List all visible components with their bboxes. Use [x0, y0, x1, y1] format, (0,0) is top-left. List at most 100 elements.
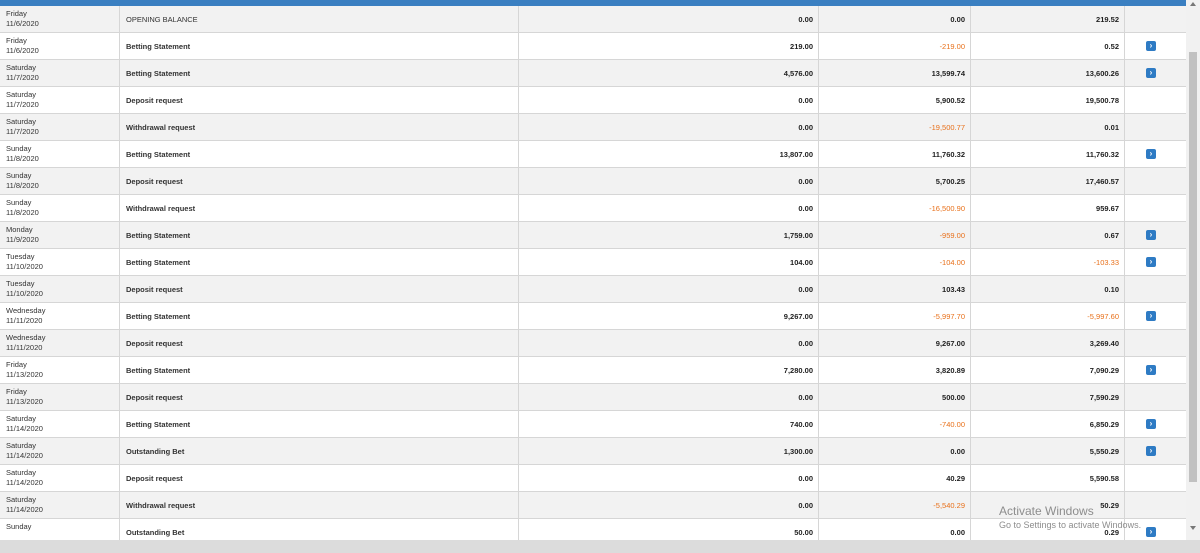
weekday-label: Tuesday [6, 279, 35, 288]
chevron-right-icon: › [1149, 257, 1153, 266]
date-cell: Friday 11/13/2020 [0, 357, 120, 383]
balance-cell: 7,090.29 [971, 357, 1125, 383]
amount-cell: 13,807.00 [519, 141, 819, 167]
chevron-right-icon: › [1149, 41, 1153, 50]
date-label: 11/8/2020 [6, 181, 39, 190]
amount-cell: 0.00 [519, 384, 819, 410]
scroll-up-arrow-icon[interactable] [1190, 2, 1196, 6]
action-cell: › [1125, 141, 1186, 167]
date-label: 11/7/2020 [6, 127, 39, 136]
weekday-label: Friday [6, 360, 27, 369]
details-button[interactable]: › [1146, 149, 1156, 159]
date-cell: Wednesday 11/11/2020 [0, 303, 120, 329]
date-cell: Wednesday 11/11/2020 [0, 330, 120, 356]
table-row: Friday 11/13/2020 Betting Statement 7,280.0… [0, 357, 1186, 384]
change-cell: -5,540.29 [819, 492, 971, 518]
action-cell [1125, 195, 1186, 221]
weekday-label: Sunday [6, 144, 32, 153]
amount-cell: 0.00 [519, 6, 819, 32]
date-cell: Saturday 11/14/2020 [0, 438, 120, 464]
date-cell: Sunday 11/8/2020 [0, 168, 120, 194]
amount-cell: 740.00 [519, 411, 819, 437]
action-cell [1125, 276, 1186, 302]
change-cell: 11,760.32 [819, 141, 971, 167]
action-cell [1125, 87, 1186, 113]
vertical-scrollbar[interactable] [1186, 0, 1200, 540]
amount-cell: 4,576.00 [519, 60, 819, 86]
details-button[interactable]: › [1146, 419, 1156, 429]
action-cell [1125, 114, 1186, 140]
date-cell: Tuesday 11/10/2020 [0, 249, 120, 275]
weekday-label: Saturday [6, 468, 37, 477]
transaction-type: Deposit request [120, 465, 519, 491]
date-label: 11/8/2020 [6, 154, 39, 163]
action-cell: › [1125, 33, 1186, 59]
action-cell: › [1125, 303, 1186, 329]
horizontal-scrollbar[interactable] [0, 540, 1200, 553]
transaction-type: Deposit request [120, 330, 519, 356]
change-cell: -104.00 [819, 249, 971, 275]
date-cell: Friday 11/6/2020 [0, 33, 120, 59]
transaction-type: Betting Statement [120, 60, 519, 86]
date-label: 11/10/2020 [6, 262, 43, 271]
weekday-label: Friday [6, 36, 27, 45]
weekday-label: Saturday [6, 441, 37, 450]
details-button[interactable]: › [1146, 446, 1156, 456]
details-button[interactable]: › [1146, 365, 1156, 375]
details-button[interactable]: › [1146, 230, 1156, 240]
details-button[interactable]: › [1146, 311, 1156, 321]
change-cell: 5,900.52 [819, 87, 971, 113]
chevron-right-icon: › [1149, 365, 1153, 374]
table-row: Saturday 11/7/2020 Deposit request 0.00 5,90… [0, 87, 1186, 114]
balance-cell: -5,997.60 [971, 303, 1125, 329]
transaction-type: Withdrawal request [120, 195, 519, 221]
chevron-right-icon: › [1149, 311, 1153, 320]
action-cell [1125, 330, 1186, 356]
date-cell: Sunday 11/8/2020 [0, 141, 120, 167]
details-button[interactable]: › [1146, 257, 1156, 267]
amount-cell: 0.00 [519, 330, 819, 356]
details-button[interactable]: › [1146, 527, 1156, 537]
action-cell [1125, 168, 1186, 194]
balance-cell: 5,550.29 [971, 438, 1125, 464]
change-cell: -19,500.77 [819, 114, 971, 140]
weekday-label: Tuesday [6, 252, 35, 261]
transaction-type: Betting Statement [120, 357, 519, 383]
transactions-table: Friday 11/6/2020 OPENING BALANCE 0.00 0.00 21… [0, 6, 1186, 546]
amount-cell: 0.00 [519, 195, 819, 221]
details-button[interactable]: › [1146, 41, 1156, 51]
action-cell: › [1125, 249, 1186, 275]
date-cell: Monday 11/9/2020 [0, 222, 120, 248]
weekday-label: Sunday [6, 198, 32, 207]
action-cell: › [1125, 222, 1186, 248]
scroll-down-arrow-icon[interactable] [1190, 526, 1196, 530]
chevron-right-icon: › [1149, 446, 1153, 455]
table-row: Sunday 11/8/2020 Withdrawal request 0.00 -16… [0, 195, 1186, 222]
date-cell: Saturday 11/14/2020 [0, 465, 120, 491]
balance-cell: 959.67 [971, 195, 1125, 221]
details-button[interactable]: › [1146, 68, 1156, 78]
scrollbar-thumb[interactable] [1189, 52, 1197, 482]
date-label: 11/11/2020 [6, 343, 43, 352]
weekday-label: Saturday [6, 63, 37, 72]
weekday-label: Saturday [6, 117, 37, 126]
date-label: 11/11/2020 [6, 316, 43, 325]
action-cell: › [1125, 357, 1186, 383]
balance-cell: 7,590.29 [971, 384, 1125, 410]
amount-cell: 0.00 [519, 465, 819, 491]
action-cell [1125, 465, 1186, 491]
table-row: Saturday 11/14/2020 Betting Statement 740.0… [0, 411, 1186, 438]
transaction-type: OPENING BALANCE [120, 6, 519, 32]
amount-cell: 219.00 [519, 33, 819, 59]
change-cell: 3,820.89 [819, 357, 971, 383]
balance-cell: 6,850.29 [971, 411, 1125, 437]
change-cell: 103.43 [819, 276, 971, 302]
amount-cell: 0.00 [519, 87, 819, 113]
date-cell: Friday 11/6/2020 [0, 6, 120, 32]
balance-cell: 19,500.78 [971, 87, 1125, 113]
amount-cell: 0.00 [519, 492, 819, 518]
table-row: Sunday 11/8/2020 Deposit request 0.00 5,700.… [0, 168, 1186, 195]
change-cell: 0.00 [819, 6, 971, 32]
balance-cell: 5,590.58 [971, 465, 1125, 491]
weekday-label: Saturday [6, 495, 37, 504]
